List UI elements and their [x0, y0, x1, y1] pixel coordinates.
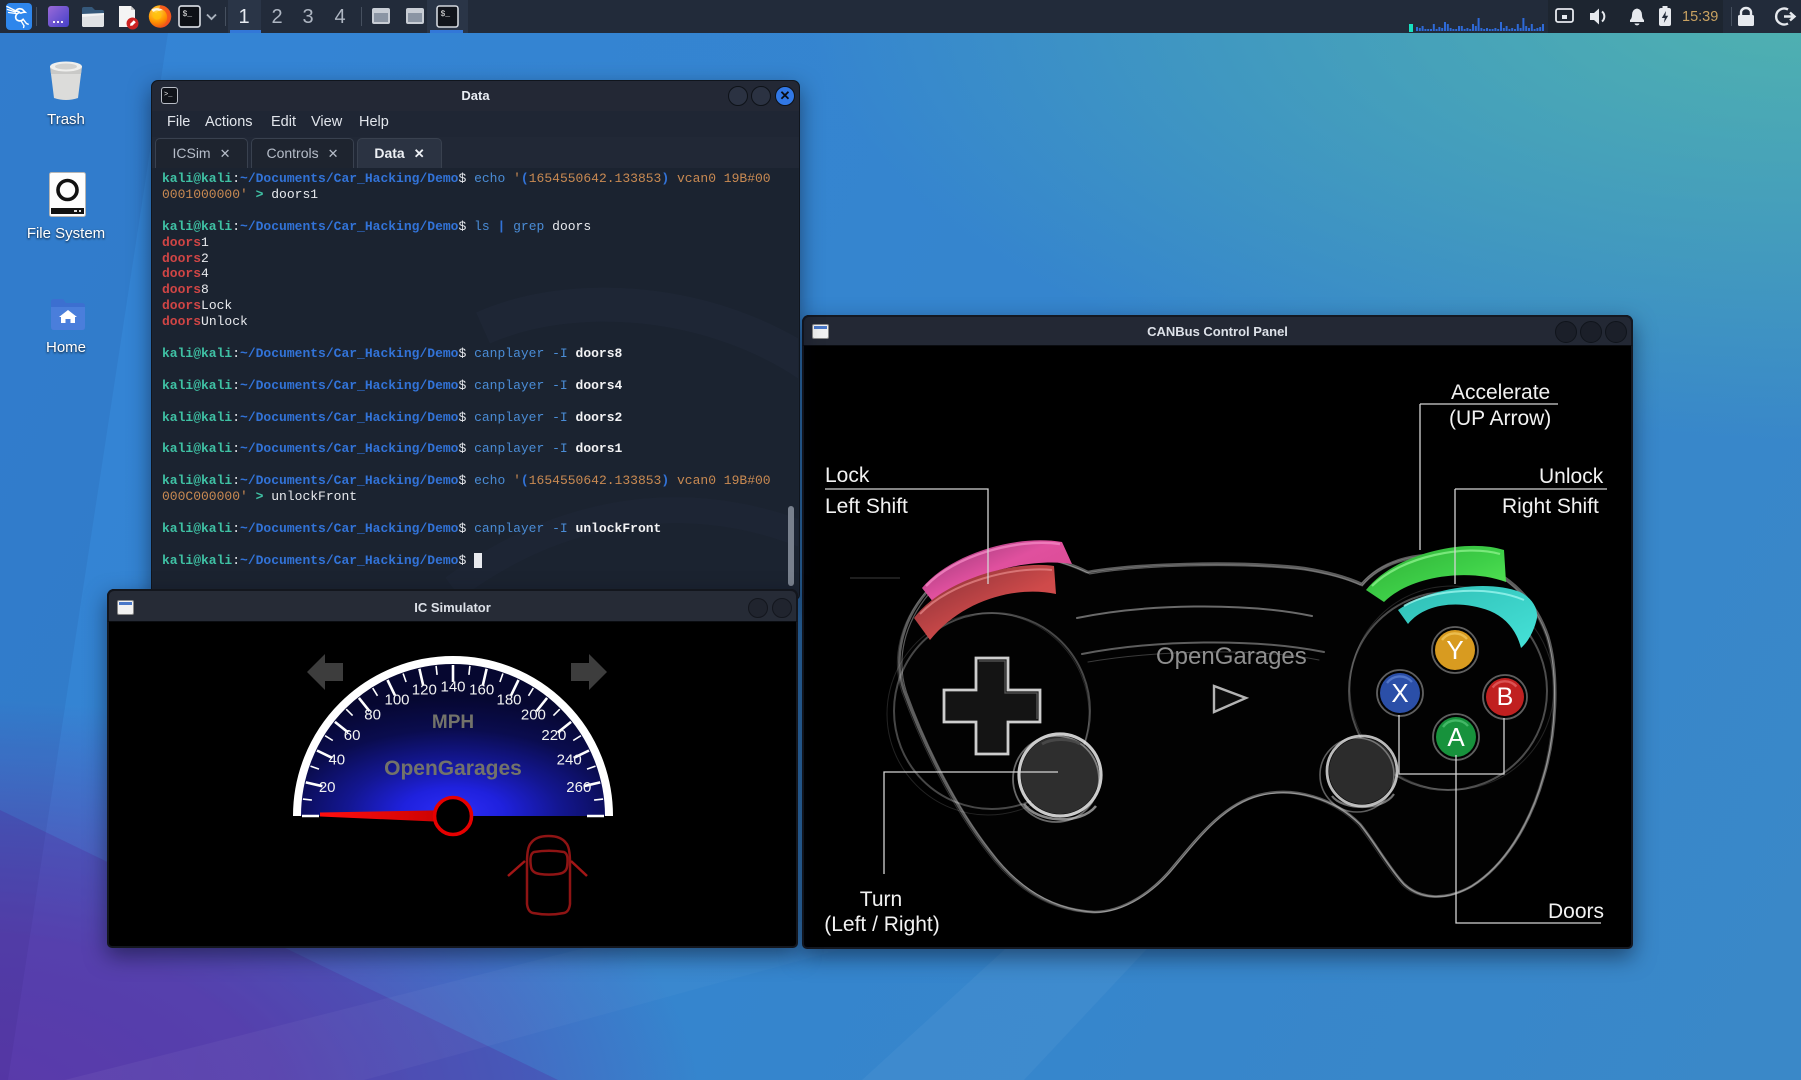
- svg-text:Doors: Doors: [1548, 900, 1604, 923]
- svg-text:20: 20: [319, 779, 336, 796]
- svg-text:(UP Arrow): (UP Arrow): [1449, 407, 1551, 430]
- svg-text:200: 200: [521, 707, 546, 724]
- svg-text:60: 60: [344, 727, 361, 744]
- svg-text:(Left / Right): (Left / Right): [824, 913, 940, 936]
- svg-text:Unlock: Unlock: [1539, 465, 1604, 488]
- svg-text:160: 160: [469, 682, 494, 699]
- svg-text:A: A: [1447, 722, 1465, 752]
- svg-text:80: 80: [364, 707, 381, 724]
- svg-text:B: B: [1497, 683, 1514, 711]
- svg-text:Right Shift: Right Shift: [1502, 495, 1599, 518]
- svg-text:120: 120: [412, 682, 437, 699]
- svg-text:40: 40: [328, 752, 345, 769]
- svg-text:X: X: [1391, 678, 1408, 708]
- svg-text:MPH: MPH: [432, 712, 474, 733]
- svg-text:OpenGarages: OpenGarages: [1156, 643, 1307, 670]
- svg-text:100: 100: [384, 691, 409, 708]
- svg-text:140: 140: [440, 679, 465, 696]
- svg-text:Lock: Lock: [825, 464, 870, 487]
- svg-text:240: 240: [557, 752, 582, 769]
- svg-text:Turn: Turn: [860, 888, 902, 911]
- svg-text:260: 260: [566, 779, 591, 796]
- svg-text:Y: Y: [1446, 635, 1463, 665]
- svg-text:OpenGarages: OpenGarages: [384, 757, 522, 780]
- svg-text:220: 220: [541, 727, 566, 744]
- svg-text:Left Shift: Left Shift: [825, 495, 908, 518]
- svg-text:Accelerate: Accelerate: [1451, 381, 1550, 404]
- svg-text:180: 180: [496, 691, 521, 708]
